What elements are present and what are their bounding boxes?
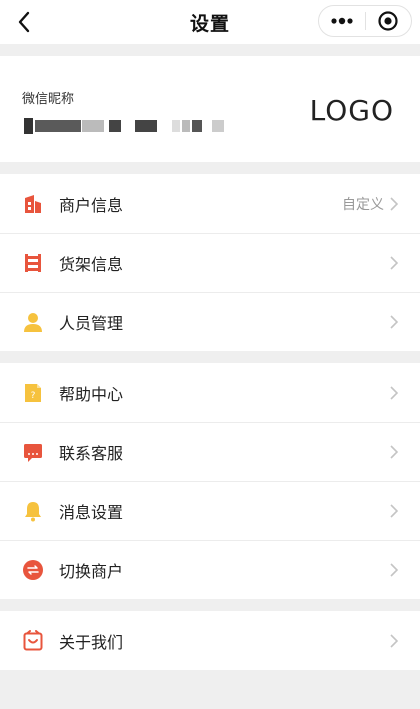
back-button[interactable] <box>8 6 40 38</box>
about-icon <box>22 629 44 652</box>
chevron-right-icon <box>390 255 400 271</box>
menu-item-label: 商户信息 <box>59 195 124 215</box>
menu-group-merchant: 商户信息 自定义 货架信息 人员管理 <box>0 174 420 351</box>
menu-item-label: 联系客服 <box>59 443 124 463</box>
menu-item-shelf-info[interactable]: 货架信息 <box>0 233 420 292</box>
switch-icon <box>22 559 44 581</box>
chevron-right-icon <box>390 314 400 330</box>
menu-item-label: 关于我们 <box>59 632 124 652</box>
chevron-right-icon <box>390 562 400 578</box>
back-arrow-icon <box>18 11 30 33</box>
menu-item-label: 帮助中心 <box>59 384 124 404</box>
menu-item-merchant-info[interactable]: 商户信息 自定义 <box>0 174 420 233</box>
help-icon: ? <box>22 382 44 404</box>
menu-item-label: 货架信息 <box>59 254 124 274</box>
nickname-value-redacted <box>22 116 224 134</box>
more-button[interactable] <box>319 6 365 36</box>
menu-item-label: 消息设置 <box>59 502 124 522</box>
chevron-right-icon <box>390 196 400 212</box>
menu-group-support: ? 帮助中心 联系客服 消息设置 切换商户 <box>0 363 420 599</box>
shelf-icon <box>22 252 44 274</box>
nickname-label: 微信昵称 <box>22 92 75 107</box>
shop-icon <box>22 193 44 215</box>
svg-text:?: ? <box>31 391 36 401</box>
more-dots-icon <box>331 17 353 25</box>
mini-program-capsule <box>318 5 412 37</box>
page-title: 设置 <box>189 12 230 35</box>
profile-card: 微信昵称 LOGO <box>0 56 420 162</box>
menu-item-help-center[interactable]: ? 帮助中心 <box>0 363 420 422</box>
menu-item-label: 切换商户 <box>59 561 124 581</box>
menu-item-about-us[interactable]: 关于我们 <box>0 611 420 670</box>
chevron-right-icon <box>390 385 400 401</box>
target-circle-icon <box>378 11 398 31</box>
close-miniprogram-button[interactable] <box>366 6 412 36</box>
menu-item-switch-merchant[interactable]: 切换商户 <box>0 540 420 599</box>
person-icon <box>22 311 44 333</box>
menu-item-message-settings[interactable]: 消息设置 <box>0 481 420 540</box>
menu-item-customer-service[interactable]: 联系客服 <box>0 422 420 481</box>
menu-item-label: 人员管理 <box>59 313 124 333</box>
chevron-right-icon <box>390 444 400 460</box>
menu-group-about: 关于我们 <box>0 611 420 670</box>
logo-text: LOGO <box>309 94 394 127</box>
service-icon <box>22 441 44 463</box>
chevron-right-icon <box>390 503 400 519</box>
nav-bar: 设置 <box>0 0 420 44</box>
menu-item-staff-management[interactable]: 人员管理 <box>0 292 420 351</box>
menu-item-value: 自定义 <box>342 196 384 213</box>
bell-icon <box>22 500 44 522</box>
chevron-right-icon <box>390 633 400 649</box>
